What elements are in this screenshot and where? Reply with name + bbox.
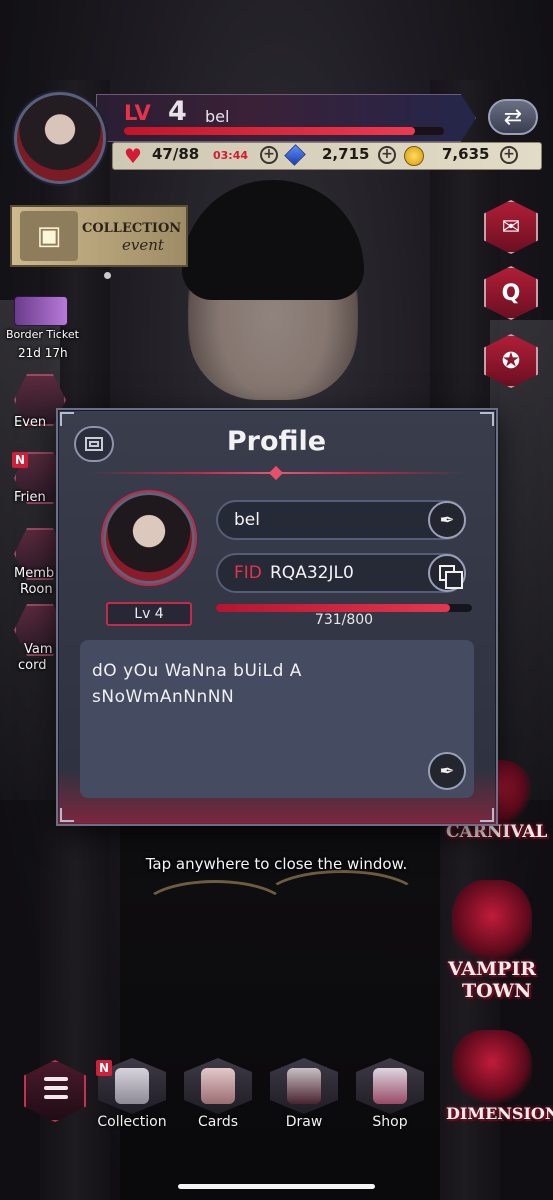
fid-value: RQA32JL0 bbox=[270, 563, 354, 583]
event-book-icon: ▣ bbox=[20, 211, 78, 261]
edit-name-button[interactable]: ✒ bbox=[428, 501, 466, 539]
profile-avatar[interactable] bbox=[103, 492, 195, 584]
shop-bag-icon bbox=[373, 1068, 407, 1104]
friends-label: Frien bbox=[14, 490, 46, 505]
event-subtitle: event bbox=[122, 236, 164, 254]
bio-text: dO yOu WaNna bUiLd A sNoWmAnNnNN bbox=[92, 658, 412, 710]
quill-icon: ✒ bbox=[439, 509, 455, 531]
profile-xp-fill bbox=[216, 604, 450, 612]
home-indicator[interactable] bbox=[178, 1184, 375, 1189]
copy-icon bbox=[439, 565, 463, 589]
heart-icon: ♥ bbox=[124, 144, 142, 168]
fid-label: FID bbox=[234, 563, 262, 583]
modal-corner bbox=[480, 412, 494, 426]
border-ticket-icon[interactable] bbox=[14, 296, 68, 326]
vamp-label-line1: Vam bbox=[24, 642, 53, 657]
border-ticket-time: 21d 17h bbox=[18, 346, 68, 360]
switch-button[interactable]: ⇄ bbox=[488, 99, 538, 135]
quill-icon: ✒ bbox=[439, 760, 455, 782]
add-coins-button[interactable]: + bbox=[500, 146, 518, 164]
new-badge: N bbox=[96, 1060, 112, 1076]
stamina-timer: 03:44 bbox=[213, 149, 249, 162]
hud-xp-bar bbox=[124, 127, 444, 135]
hud-xp-fill bbox=[124, 127, 416, 135]
member-label-line2: Roon bbox=[20, 582, 53, 597]
player-avatar[interactable] bbox=[14, 92, 106, 184]
stamina-value: 47/88 bbox=[152, 145, 200, 163]
vampir-label[interactable]: VAMPIR bbox=[448, 958, 536, 980]
nav-cards-label: Cards bbox=[197, 1114, 239, 1130]
draw-portrait-icon bbox=[287, 1068, 321, 1104]
close-hint: Tap anywhere to close the window. bbox=[145, 855, 408, 873]
event-title: COLLECTION bbox=[82, 221, 182, 236]
vamp-label-line2: cord bbox=[18, 658, 47, 673]
coin-icon bbox=[404, 146, 424, 166]
modal-corner bbox=[60, 808, 74, 822]
vampir-town-art[interactable] bbox=[452, 880, 532, 970]
banner-pager-dot[interactable] bbox=[104, 272, 111, 279]
edit-bio-button[interactable]: ✒ bbox=[428, 752, 466, 790]
profile-level: Lv 4 bbox=[106, 602, 192, 626]
gems-value: 2,715 bbox=[322, 145, 370, 163]
modal-title: Profile bbox=[226, 426, 327, 457]
mail-icon: ✉ bbox=[501, 214, 521, 240]
hamburger-icon bbox=[44, 1077, 68, 1104]
award-icon: ✪ bbox=[501, 348, 521, 374]
add-gems-button[interactable]: + bbox=[378, 146, 396, 164]
profile-xp-text: 731/800 bbox=[314, 612, 374, 628]
player-name: bel bbox=[205, 107, 230, 126]
modal-corner bbox=[480, 808, 494, 822]
profile-name: bel bbox=[234, 510, 260, 530]
bio-line-1: dO yOu WaNna bUiLd A bbox=[92, 661, 302, 681]
nav-draw-label: Draw bbox=[285, 1114, 323, 1130]
profile-xp-bar bbox=[216, 604, 472, 612]
quest-icon: Q bbox=[501, 280, 521, 306]
border-ticket-label: Border Ticket bbox=[6, 328, 79, 341]
swap-arrows-icon: ⇄ bbox=[503, 104, 523, 130]
level-label: LV bbox=[124, 101, 151, 125]
level-number: 4 bbox=[168, 96, 187, 127]
add-stamina-button[interactable]: + bbox=[260, 146, 278, 164]
nav-collection-label: Collection bbox=[97, 1114, 167, 1130]
collection-book-icon bbox=[115, 1068, 149, 1104]
copy-fid-button[interactable] bbox=[428, 554, 466, 592]
nav-shop-label: Shop bbox=[372, 1114, 408, 1130]
bio-line-2: sNoWmAnNnNN bbox=[92, 687, 235, 707]
coins-value: 7,635 bbox=[442, 145, 490, 163]
town-label[interactable]: TOWN bbox=[462, 980, 531, 1002]
modal-corner bbox=[60, 412, 74, 426]
member-label-line1: Memb bbox=[14, 566, 55, 581]
cards-icon bbox=[201, 1068, 235, 1104]
dimension-art[interactable] bbox=[452, 1030, 532, 1110]
dimension-label[interactable]: DIMENSION bbox=[446, 1104, 553, 1123]
